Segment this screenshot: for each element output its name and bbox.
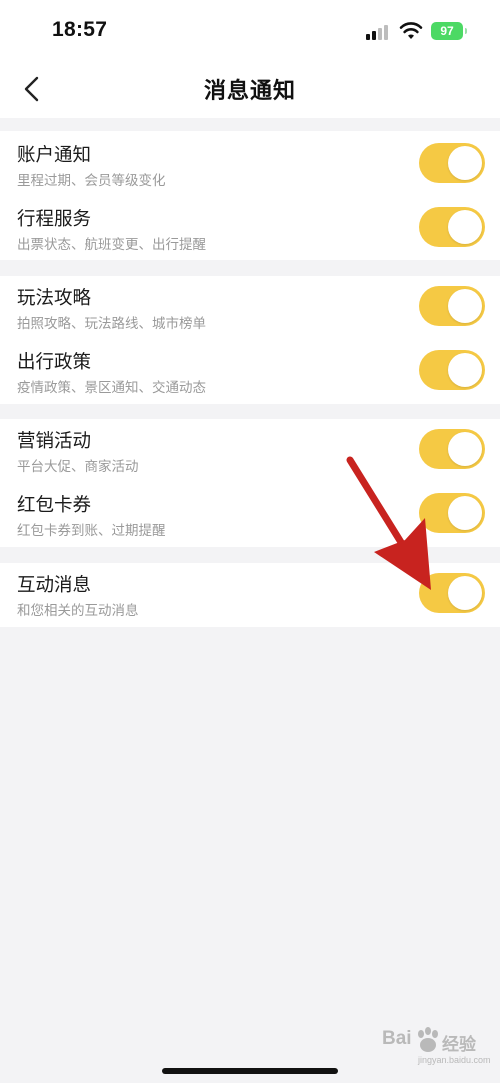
toggle-knob: [448, 576, 482, 610]
item-subtitle: 疫情政策、景区通知、交通动态: [17, 380, 206, 396]
list-item: 红包卡券 红包卡券到账、过期提醒: [0, 483, 500, 547]
item-title: 互动消息: [17, 575, 92, 596]
item-title: 营销活动: [17, 431, 92, 452]
list-item: 出行政策 疫情政策、景区通知、交通动态: [0, 340, 500, 404]
toggle-knob: [448, 353, 482, 387]
cellular-signal-icon: [366, 24, 392, 40]
page-title: 消息通知: [203, 79, 296, 104]
notification-toggle[interactable]: [419, 286, 485, 326]
notification-toggle[interactable]: [419, 143, 485, 183]
toggle-knob: [448, 210, 482, 244]
settings-group: 玩法攻略 拍照攻略、玩法路线、城市榜单 出行政策 疫情政策、景区通知、交通动态: [0, 276, 500, 404]
item-title: 行程服务: [17, 209, 92, 230]
toggle-knob: [448, 146, 482, 180]
settings-group: 互动消息 和您相关的互动消息: [0, 563, 500, 627]
list-item: 账户通知 里程过期、会员等级变化: [0, 133, 500, 197]
item-title: 红包卡券: [17, 495, 92, 516]
toggle-knob: [448, 496, 482, 530]
wifi-icon: [399, 22, 423, 39]
list-item: 玩法攻略 拍照攻略、玩法路线、城市榜单: [0, 276, 500, 340]
status-time: 18:57: [52, 18, 108, 41]
item-subtitle: 红包卡券到账、过期提醒: [17, 523, 166, 539]
item-subtitle: 出票状态、航班变更、出行提醒: [17, 237, 206, 253]
battery-level: 97: [440, 24, 454, 38]
watermark-url: jingyan.baidu.com: [418, 1055, 491, 1065]
item-subtitle: 平台大促、商家活动: [17, 459, 139, 475]
nav-bar: 消息通知: [0, 64, 500, 114]
item-title: 玩法攻略: [17, 288, 92, 309]
notification-toggle[interactable]: [419, 350, 485, 390]
item-subtitle: 里程过期、会员等级变化: [17, 173, 166, 189]
watermark-brand: Bai: [382, 1028, 412, 1049]
notification-toggle[interactable]: [419, 429, 485, 469]
notification-toggle[interactable]: [419, 493, 485, 533]
toggle-knob: [448, 289, 482, 323]
notification-toggle[interactable]: [419, 207, 485, 247]
watermark-cn: 经验: [442, 1035, 476, 1055]
list-item: 互动消息 和您相关的互动消息: [0, 563, 500, 627]
list-item: 行程服务 出票状态、航班变更、出行提醒: [0, 197, 500, 261]
toggle-knob: [448, 432, 482, 466]
battery-icon: 97: [431, 22, 467, 40]
home-indicator[interactable]: [162, 1068, 338, 1074]
paw-logo-icon: [418, 1027, 438, 1052]
list-item: 营销活动 平台大促、商家活动: [0, 419, 500, 483]
status-bar: 18:57 97: [0, 0, 500, 64]
settings-group: 账户通知 里程过期、会员等级变化 行程服务 出票状态、航班变更、出行提醒: [0, 131, 500, 260]
item-title: 账户通知: [17, 145, 92, 166]
item-subtitle: 拍照攻略、玩法路线、城市榜单: [17, 316, 206, 332]
notification-toggle[interactable]: [419, 573, 485, 613]
settings-group: 营销活动 平台大促、商家活动 红包卡券 红包卡券到账、过期提醒: [0, 419, 500, 547]
item-title: 出行政策: [17, 352, 92, 373]
item-subtitle: 和您相关的互动消息: [17, 603, 139, 619]
